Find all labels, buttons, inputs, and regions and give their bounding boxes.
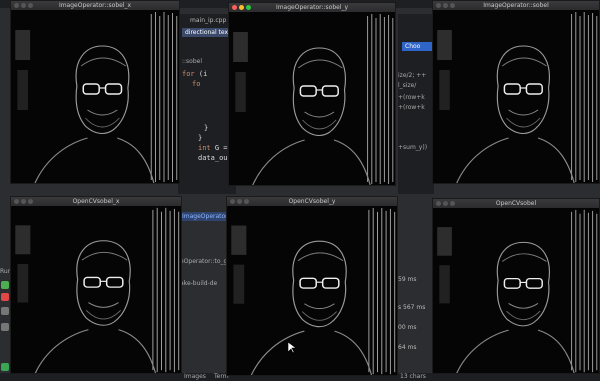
build-hint: ake-build-de (180, 280, 218, 287)
code-line: +(row+k (398, 94, 425, 101)
sobel-x-window[interactable]: ImageOperator::sobel_x (10, 0, 180, 184)
zoom-icon[interactable] (28, 3, 33, 8)
tool-strip: Run (0, 195, 12, 381)
mouse-cursor-icon (288, 342, 296, 354)
zoom-icon[interactable] (244, 199, 249, 204)
code-line: } (198, 134, 203, 142)
window-title-bar[interactable]: OpenCVsobel_x (11, 197, 181, 206)
minimize-icon[interactable] (21, 3, 26, 8)
window-title: OpenCVsobel_x (72, 198, 120, 205)
close-icon[interactable] (436, 201, 441, 206)
function-hint: eOperator::to_g (180, 258, 228, 265)
video-frame (433, 10, 599, 183)
code-line: +sum_y)) (398, 144, 428, 151)
code-line: data_ou (198, 154, 228, 162)
breadcrumb[interactable]: ImageOperator (180, 212, 230, 221)
video-frame (11, 206, 181, 373)
sobel-window[interactable]: ImageOperator::sobel (432, 0, 600, 184)
sobel-y-window[interactable]: ImageOperator::sobel_y (228, 2, 396, 186)
window-title: ImageOperator::sobel_y (275, 4, 349, 11)
window-title: ImageOperator::sobel_x (58, 2, 132, 9)
video-frame (227, 206, 397, 375)
opencv-sobel-window[interactable]: OpenCVsobel (432, 198, 600, 374)
file-tab[interactable]: main_ip.cpp (190, 17, 226, 24)
minimize-icon[interactable] (443, 201, 448, 206)
close-icon[interactable] (14, 3, 19, 8)
choose-button[interactable]: Choo (402, 42, 432, 51)
video-frame (433, 208, 599, 373)
minimize-icon[interactable] (21, 199, 26, 204)
close-icon[interactable] (436, 3, 441, 8)
code-line: } (204, 124, 209, 132)
zoom-icon[interactable] (246, 5, 251, 10)
code-line: int G = (198, 144, 228, 152)
timing-value: 59 ms (398, 276, 417, 283)
minimize-icon[interactable] (239, 5, 244, 10)
zoom-icon[interactable] (28, 199, 33, 204)
window-title-bar[interactable]: ImageOperator::sobel_y (229, 3, 395, 12)
window-title-bar[interactable]: ImageOperator::sobel (433, 1, 599, 10)
close-icon[interactable] (232, 5, 237, 10)
video-frame (11, 10, 179, 183)
opencv-sobel-x-window[interactable]: OpenCVsobel_x (10, 196, 182, 374)
zoom-icon[interactable] (450, 201, 455, 206)
stop-icon[interactable] (1, 293, 9, 301)
window-title-bar[interactable]: ImageOperator::sobel_x (11, 1, 179, 10)
sobel-symbol: ::sobel (182, 58, 203, 65)
window-title: OpenCVsobel (495, 200, 537, 207)
status-icon (1, 363, 9, 371)
minimize-icon[interactable] (443, 3, 448, 8)
run-icon[interactable] (1, 281, 9, 289)
code-line: for (i (182, 70, 208, 78)
code-line: +(row+k (398, 104, 425, 111)
window-title-bar[interactable]: OpenCVsobel_y (227, 197, 397, 206)
window-title-bar[interactable]: OpenCVsobel (433, 199, 599, 208)
timing-value: 00 ms (398, 324, 417, 331)
timing-value: s 567 ms (398, 304, 426, 311)
close-icon[interactable] (230, 199, 235, 204)
wrench-icon[interactable] (1, 323, 9, 331)
video-frame (229, 12, 395, 185)
code-line: ize/2; ++ (398, 72, 427, 79)
layout-icon[interactable] (1, 307, 9, 315)
window-title: OpenCVsobel_y (288, 198, 336, 205)
zoom-icon[interactable] (450, 3, 455, 8)
code-line: l_size/ (398, 82, 417, 89)
window-title: ImageOperator::sobel (483, 2, 549, 9)
code-line: fo (192, 80, 201, 88)
timing-value: 64 ms (398, 344, 417, 351)
opencv-sobel-y-window[interactable]: OpenCVsobel_y (226, 196, 398, 376)
status-images[interactable]: Images (184, 373, 206, 380)
close-icon[interactable] (14, 199, 19, 204)
status-chars: 13 chars (400, 373, 426, 380)
minimize-icon[interactable] (237, 199, 242, 204)
